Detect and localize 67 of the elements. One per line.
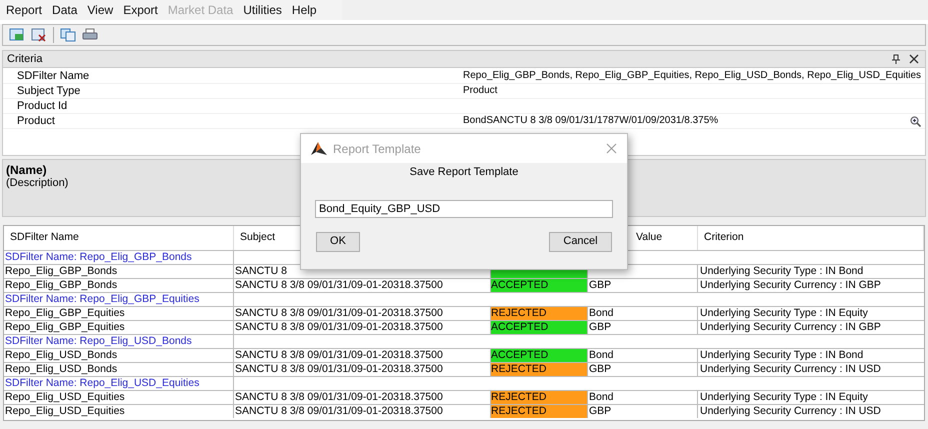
description-name: (Name) xyxy=(6,164,47,177)
menu-item[interactable]: Report xyxy=(6,1,42,19)
status-cell: ACCEPTED xyxy=(491,321,588,334)
cancel-button[interactable]: Cancel xyxy=(549,232,612,252)
group-header[interactable]: SDFilter Name: Repo_Elig_GBP_Equities xyxy=(4,293,234,306)
table-cell: GBP xyxy=(588,279,698,292)
ok-button[interactable]: OK xyxy=(316,232,360,252)
table-cell-text: Underlying Security Type : IN Bond xyxy=(699,265,864,278)
table-cell: Repo_Elig_GBP_Equities xyxy=(4,321,234,334)
status-cell: ACCEPTED xyxy=(491,349,588,362)
field-value: BondSANCTU 8 3/8 09/01/31/1787W/01/09/2031/8.375% xyxy=(463,114,718,128)
table-cell: Repo_Elig_GBP_Bonds xyxy=(4,265,234,278)
panel-title: Criteria xyxy=(7,52,42,67)
menu-item[interactable]: Data xyxy=(52,1,78,19)
zoom-in-icon[interactable] xyxy=(910,116,921,126)
dialog-title: Report Template xyxy=(333,140,421,158)
menu-item[interactable]: View xyxy=(87,1,114,19)
printer-icon[interactable] xyxy=(82,28,98,42)
close-icon[interactable] xyxy=(909,54,919,64)
column-header[interactable]: Value xyxy=(636,230,662,246)
column-header[interactable]: Subject xyxy=(240,230,276,246)
menu-item[interactable]: Utilities xyxy=(243,1,282,19)
table-cell: Repo_Elig_GBP_Bonds xyxy=(4,279,234,292)
description-text: (Description) xyxy=(6,177,68,190)
table-cell-text: Underlying Security Type : IN Equity xyxy=(699,391,869,404)
group-header[interactable]: SDFilter Name: Repo_Elig_USD_Bonds xyxy=(4,335,234,348)
table-cell: Repo_Elig_GBP_Equities xyxy=(4,307,234,320)
field-label: Product Id xyxy=(16,99,68,113)
group-header[interactable]: SDFilter Name: Repo_Elig_USD_Equities xyxy=(4,377,234,390)
table-cell: Bond xyxy=(588,391,698,404)
table-cell-text: Underlying Security Currency : IN USD xyxy=(699,405,882,418)
template-name-field[interactable]: Bond_Equity_GBP_USD xyxy=(315,200,613,218)
field-label: Subject Type xyxy=(16,84,82,98)
column-header[interactable]: SDFilter Name xyxy=(10,230,79,246)
dialog-heading: Save Report Template xyxy=(410,165,518,180)
field-value: Product xyxy=(463,84,498,98)
status-cell: REJECTED xyxy=(491,391,588,404)
table-copy-icon[interactable] xyxy=(60,28,76,42)
table-cell-text: Underlying Security Currency : IN GBP xyxy=(699,321,882,334)
table-cell-text: Underlying Security Currency : IN USD xyxy=(699,363,882,376)
table-cell: Repo_Elig_USD_Equities xyxy=(4,391,234,404)
table-cell-text: Underlying Security Type : IN Bond xyxy=(699,349,864,362)
status-cell: REJECTED xyxy=(491,307,588,320)
group-header[interactable]: SDFilter Name: Repo_Elig_GBP_Bonds xyxy=(4,251,234,264)
table-cell: Repo_Elig_USD_Bonds xyxy=(4,349,234,362)
table-delete-icon[interactable] xyxy=(31,28,47,42)
table-cell: GBP xyxy=(588,321,698,334)
field-value: Repo_Elig_GBP_Bonds, Repo_Elig_GBP_Equities, Repo_Elig_USD_Bonds, Repo_Elig_USD_Equities xyxy=(463,69,922,83)
app-logo-icon xyxy=(311,142,327,156)
menu-item[interactable]: Help xyxy=(292,1,317,19)
table-cell: Repo_Elig_USD_Bonds xyxy=(4,363,234,376)
status-cell: ACCEPTED xyxy=(491,279,588,292)
menu-item[interactable]: Export xyxy=(123,1,158,19)
table-cell: GBP xyxy=(588,405,698,418)
table-cell: Bond xyxy=(588,307,698,320)
field-label: Product xyxy=(16,114,56,128)
status-cell: REJECTED xyxy=(491,405,588,418)
status-cell: REJECTED xyxy=(491,363,588,376)
table-cell: Repo_Elig_USD_Equities xyxy=(4,405,234,418)
table-cell-text: Underlying Security Type : IN Equity xyxy=(699,307,869,320)
pin-icon[interactable] xyxy=(891,54,901,64)
table-cell-text: Underlying Security Currency : IN GBP xyxy=(699,279,882,292)
field-label: SDFilter Name xyxy=(16,69,90,83)
table-cell: Bond xyxy=(588,349,698,362)
column-header[interactable]: Criterion xyxy=(704,230,744,246)
table-add-icon[interactable] xyxy=(9,28,25,42)
table-cell: GBP xyxy=(588,363,698,376)
